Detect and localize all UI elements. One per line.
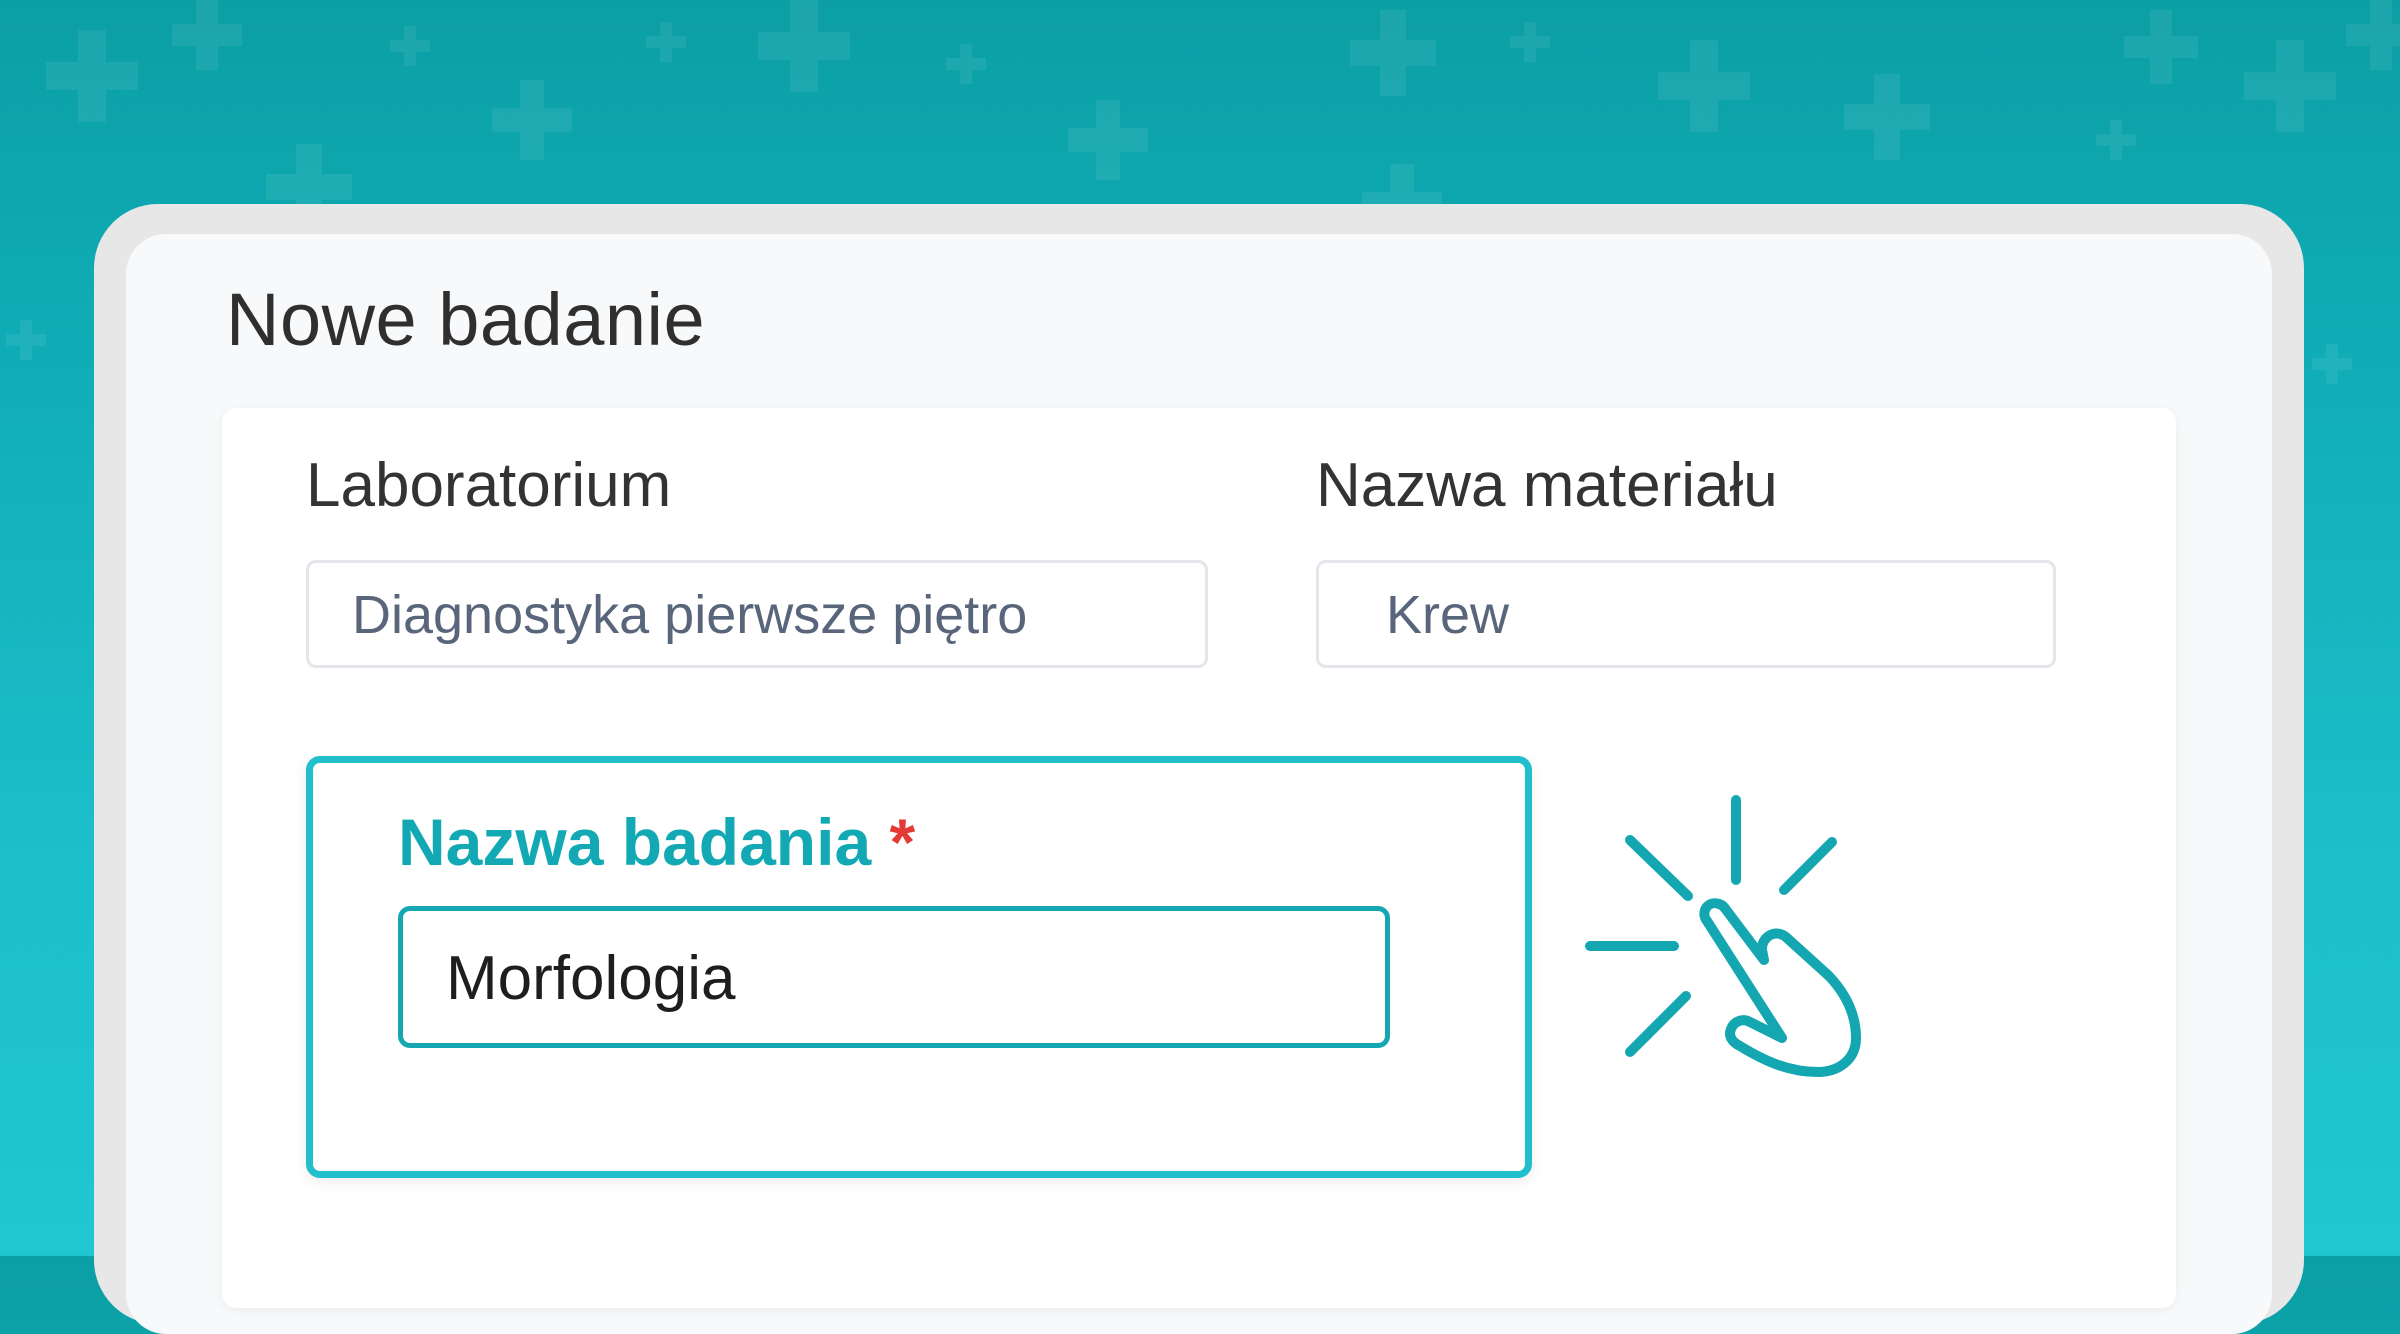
medical-cross-icon — [46, 30, 138, 122]
medical-cross-icon — [2096, 120, 2136, 160]
medical-cross-icon — [1510, 22, 1550, 62]
page-title: Nowe badanie — [226, 278, 706, 361]
medical-cross-icon — [2244, 40, 2336, 132]
required-marker: * — [889, 805, 916, 879]
medical-cross-icon — [492, 80, 572, 160]
medical-cross-icon — [946, 44, 986, 84]
pointer-click-icon — [1585, 795, 1861, 1077]
medical-cross-icon — [1350, 10, 1436, 96]
laboratory-value: Diagnostyka pierwsze piętro — [352, 585, 1028, 645]
medical-cross-icon — [2346, 0, 2400, 70]
medical-cross-icon — [2312, 344, 2352, 384]
medical-cross-icon — [646, 22, 686, 62]
medical-cross-icon — [172, 0, 242, 70]
medical-cross-icon — [1658, 40, 1750, 132]
material-value: Krew — [1386, 585, 1510, 645]
medical-cross-icon — [1068, 100, 1148, 180]
test-name-label: Nazwa badania * — [398, 800, 915, 884]
medical-cross-icon — [1844, 74, 1930, 160]
medical-cross-icon — [6, 320, 46, 360]
test-name-label-text: Nazwa badania — [398, 805, 872, 879]
medical-cross-icon — [758, 0, 850, 92]
test-name-value: Morfologia — [446, 944, 736, 1013]
medical-cross-icon — [2124, 10, 2198, 84]
laboratory-label: Laboratorium — [306, 451, 672, 520]
medical-cross-icon — [390, 26, 430, 66]
material-label: Nazwa materiału — [1316, 451, 1778, 520]
